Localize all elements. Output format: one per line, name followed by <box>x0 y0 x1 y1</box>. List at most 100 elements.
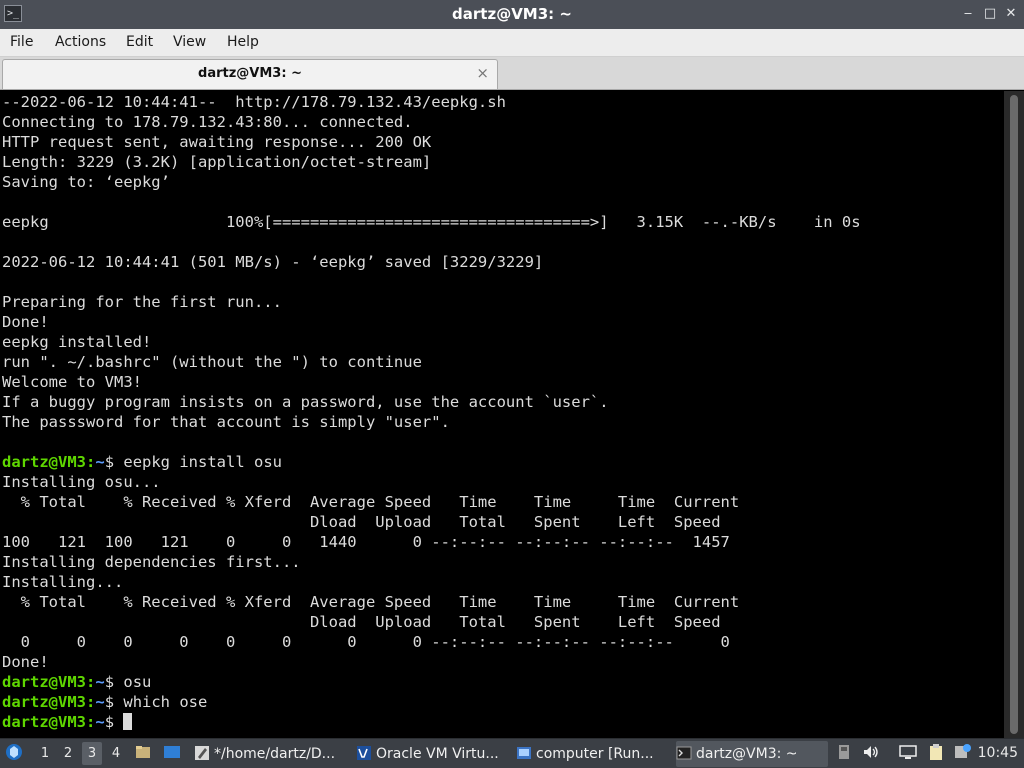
terminal-output-line: Preparing for the first run... <box>2 292 861 312</box>
line-text: The passsword for that account is simply… <box>2 413 450 431</box>
terminal-output[interactable]: --2022-06-12 10:44:41-- http://178.79.13… <box>0 91 1004 738</box>
terminal-lines: --2022-06-12 10:44:41-- http://178.79.13… <box>2 92 861 732</box>
line-text: If a buggy program insists on a password… <box>2 393 609 411</box>
line-text: Dload Upload Total Spent Left Speed <box>2 513 721 531</box>
menu-file[interactable]: File <box>10 34 33 50</box>
taskbar-clock[interactable]: 10:45 <box>978 739 1018 768</box>
terminal-scrollbar[interactable] <box>1004 91 1024 738</box>
line-text: run ". ~/.bashrc" (without the ") to con… <box>2 353 422 371</box>
shell-prompt: dartz@VM3:~ <box>2 693 105 711</box>
workspace-2[interactable]: 2 <box>58 742 78 765</box>
terminal-output-line: 100 121 100 121 0 0 1440 0 --:--:-- --:-… <box>2 532 861 552</box>
terminal-cursor <box>123 713 133 730</box>
terminal-prompt-line: dartz@VM3:~$ eepkg install osu <box>2 453 282 471</box>
virtualbox-icon <box>357 746 371 760</box>
tray-drive-icon[interactable] <box>836 739 852 768</box>
workspace-4[interactable]: 4 <box>106 742 126 765</box>
file-manager-icon[interactable] <box>134 739 152 768</box>
line-text: Welcome to VM3! <box>2 373 142 391</box>
window-title: dartz@VM3: ~ <box>452 5 572 23</box>
terminal-output-line: The passsword for that account is simply… <box>2 412 861 432</box>
shell-prompt: dartz@VM3:~ <box>2 453 105 471</box>
terminal-output-line: Done! <box>2 312 861 332</box>
terminal-output-line: Dload Upload Total Spent Left Speed <box>2 512 861 532</box>
volume-icon[interactable] <box>862 739 880 768</box>
line-text: 0 0 0 0 0 0 0 0 --:--:-- --:--:-- --:--:… <box>2 633 730 651</box>
terminal-output-line: Saving to: ‘eepkg’ <box>2 172 861 192</box>
close-button[interactable]: ✕ <box>1003 6 1019 22</box>
line-text: osu <box>123 673 152 691</box>
task-terminal[interactable]: dartz@VM3: ~ <box>676 741 828 767</box>
prompt-user: dartz@VM3 <box>2 713 86 731</box>
text-editor-icon <box>195 746 209 760</box>
menu-help[interactable]: Help <box>227 34 259 50</box>
line-text: --2022-06-12 10:44:41-- http://178.79.13… <box>2 93 506 111</box>
menu-actions[interactable]: Actions <box>55 34 106 50</box>
terminal-output-line: Length: 3229 (3.2K) [application/octet-s… <box>2 152 861 172</box>
shell-prompt: dartz@VM3:~ <box>2 713 105 731</box>
terminal-output-line: eepkg 100%[=============================… <box>2 212 861 232</box>
line-text: 100 121 100 121 0 0 1440 0 --:--:-- --:-… <box>2 533 730 551</box>
terminal-output-line: Connecting to 178.79.132.43:80... connec… <box>2 112 861 132</box>
prompt-path: ~ <box>95 693 105 711</box>
terminal-output-line: Installing dependencies first... <box>2 552 861 572</box>
window-title-bar[interactable]: >_ dartz@VM3: ~ ‒ □ ✕ <box>0 0 1024 29</box>
line-text: % Total % Received % Xferd Average Speed… <box>2 593 740 611</box>
terminal-output-line: HTTP request sent, awaiting response... … <box>2 132 861 152</box>
terminal-output-line: 0 0 0 0 0 0 0 0 --:--:-- --:--:-- --:--:… <box>2 632 861 652</box>
prompt-path: ~ <box>95 713 105 731</box>
workspace-3[interactable]: 3 <box>82 742 102 765</box>
network-icon[interactable] <box>898 739 918 768</box>
prompt-user: dartz@VM3 <box>2 453 86 471</box>
start-menu-icon[interactable] <box>4 739 24 768</box>
terminal-prompt-line: dartz@VM3:~$ osu <box>2 673 152 691</box>
terminal-output-line: Done! <box>2 652 861 672</box>
menu-view[interactable]: View <box>173 34 206 50</box>
line-text: Saving to: ‘eepkg’ <box>2 173 170 191</box>
terminal-output-line: run ". ~/.bashrc" (without the ") to con… <box>2 352 861 372</box>
menu-edit[interactable]: Edit <box>126 34 153 50</box>
terminal-output-line: --2022-06-12 10:44:41-- http://178.79.13… <box>2 92 861 112</box>
line-text: Done! <box>2 653 49 671</box>
minimize-button[interactable]: ‒ <box>960 6 976 22</box>
terminal-output-line: eepkg installed! <box>2 332 861 352</box>
line-text: eepkg install osu <box>123 453 282 471</box>
show-desktop-icon[interactable] <box>163 739 181 768</box>
notification-icon[interactable] <box>954 739 972 768</box>
task-label: */home/dartz/D... <box>214 746 336 762</box>
tab-close-icon[interactable]: × <box>476 64 489 82</box>
task-label: computer [Run... <box>536 746 654 762</box>
line-text: 2022-06-12 10:44:41 (501 MB/s) - ‘eepkg’… <box>2 253 544 271</box>
task-virtualbox-vm[interactable]: computer [Run... <box>516 741 668 767</box>
prompt-path: ~ <box>95 673 105 691</box>
shell-prompt: dartz@VM3:~ <box>2 673 105 691</box>
line-text: eepkg installed! <box>2 333 152 351</box>
clipboard-icon[interactable] <box>927 739 945 768</box>
line-text: Length: 3229 (3.2K) [application/octet-s… <box>2 153 432 171</box>
line-text: which ose <box>123 693 208 711</box>
terminal-prompt-line: dartz@VM3:~$ <box>2 712 861 732</box>
prompt-user: dartz@VM3 <box>2 693 86 711</box>
line-text: eepkg 100%[=============================… <box>2 213 861 231</box>
maximize-button[interactable]: □ <box>982 6 998 22</box>
tab-label: dartz@VM3: ~ <box>198 66 302 81</box>
workspace-1[interactable]: 1 <box>35 742 55 765</box>
line-text: Dload Upload Total Spent Left Speed <box>2 613 721 631</box>
task-virtualbox[interactable]: Oracle VM Virtu... <box>356 741 508 767</box>
line-text: Preparing for the first run... <box>2 293 282 311</box>
line-text: Installing osu... <box>2 473 161 491</box>
virtualbox-vm-icon <box>517 747 531 759</box>
terminal-output-line: % Total % Received % Xferd Average Speed… <box>2 592 861 612</box>
terminal-output-line: % Total % Received % Xferd Average Speed… <box>2 492 861 512</box>
terminal-output-line: Dload Upload Total Spent Left Speed <box>2 612 861 632</box>
scrollbar-thumb[interactable] <box>1010 95 1018 734</box>
task-label: dartz@VM3: ~ <box>696 746 798 762</box>
prompt-user: dartz@VM3 <box>2 673 86 691</box>
line-text: Installing... <box>2 573 124 591</box>
terminal-output-line: If a buggy program insists on a password… <box>2 392 861 412</box>
task-text-editor[interactable]: */home/dartz/D... <box>194 741 346 767</box>
tab-terminal[interactable]: dartz@VM3: ~ × <box>2 59 498 89</box>
